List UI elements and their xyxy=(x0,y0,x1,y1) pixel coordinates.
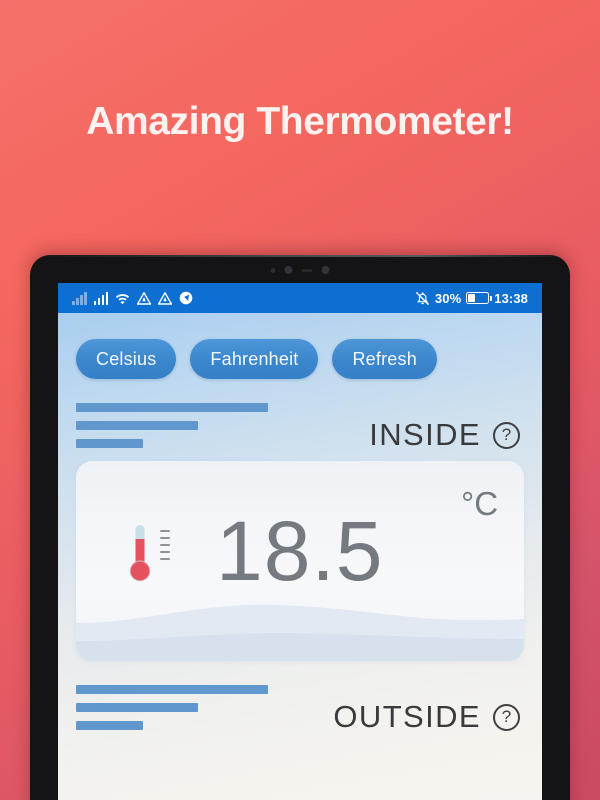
thermometer-tick-marks xyxy=(160,523,170,560)
status-bar-right-icons: 30% 13:38 xyxy=(415,291,528,306)
earpiece-slit-icon xyxy=(301,268,313,272)
inside-label: INSIDE xyxy=(369,417,481,452)
outside-label: OUTSIDE xyxy=(333,699,481,734)
inside-section-header: INSIDE ? xyxy=(58,395,542,457)
front-camera-icon xyxy=(284,266,293,274)
skeleton-bar xyxy=(76,703,198,712)
outside-label-group: OUTSIDE ? xyxy=(333,699,520,735)
inside-temperature-unit: °C xyxy=(461,485,499,522)
signal-bars-icon xyxy=(93,292,108,305)
bezel-highlight xyxy=(30,255,570,257)
inside-help-icon[interactable]: ? xyxy=(493,421,520,449)
bell-muted-icon xyxy=(415,291,430,305)
thermometer-glyph xyxy=(129,525,151,582)
outside-section-header: OUTSIDE ? xyxy=(58,677,542,739)
device-sensor-cluster xyxy=(270,266,330,274)
skeleton-bar xyxy=(76,403,268,412)
device-screen: 30% 13:38 Celsius Fahrenheit Refresh INS… xyxy=(58,283,542,800)
battery-percent-label: 30% xyxy=(434,290,462,306)
warning-triangle-icon xyxy=(137,292,151,305)
clock-label: 13:38 xyxy=(494,290,528,306)
card-wave-decoration xyxy=(76,604,524,661)
battery-icon xyxy=(466,292,493,304)
location-icon xyxy=(179,291,193,305)
proximity-sensor-icon xyxy=(321,266,330,274)
outside-help-icon[interactable]: ? xyxy=(493,703,520,731)
status-bar-left-icons xyxy=(72,291,193,305)
wifi-icon xyxy=(115,294,130,305)
fahrenheit-button[interactable]: Fahrenheit xyxy=(190,339,319,379)
skeleton-bar xyxy=(76,721,143,730)
inside-skeleton-placeholder xyxy=(76,403,268,457)
inside-temperature-card[interactable]: 18.5 °C xyxy=(76,461,524,661)
thermometer-app: Celsius Fahrenheit Refresh INSIDE ? 18.5… xyxy=(58,313,542,800)
skeleton-bar xyxy=(76,421,198,430)
celsius-button[interactable]: Celsius xyxy=(76,339,177,379)
warning-triangle-icon xyxy=(158,292,172,305)
device-frame: 30% 13:38 Celsius Fahrenheit Refresh INS… xyxy=(30,255,570,800)
skeleton-bar xyxy=(76,685,268,694)
signal-bars-dim-icon xyxy=(72,292,87,305)
skeleton-bar xyxy=(76,439,143,448)
battery-fill xyxy=(468,294,475,302)
inside-temperature-value: 18.5 xyxy=(216,504,384,598)
unit-button-row: Celsius Fahrenheit Refresh xyxy=(58,313,542,379)
inside-label-group: INSIDE ? xyxy=(369,417,520,453)
refresh-button[interactable]: Refresh xyxy=(332,339,437,379)
thermometer-icon xyxy=(128,523,170,585)
page-title: Amazing Thermometer! xyxy=(86,100,514,143)
sensor-dot-icon xyxy=(270,267,276,273)
promo-screenshot: Amazing Thermometer! 30% 13:38 Celsius F… xyxy=(0,0,600,800)
android-status-bar: 30% 13:38 xyxy=(58,283,542,313)
outside-skeleton-placeholder xyxy=(76,685,268,739)
